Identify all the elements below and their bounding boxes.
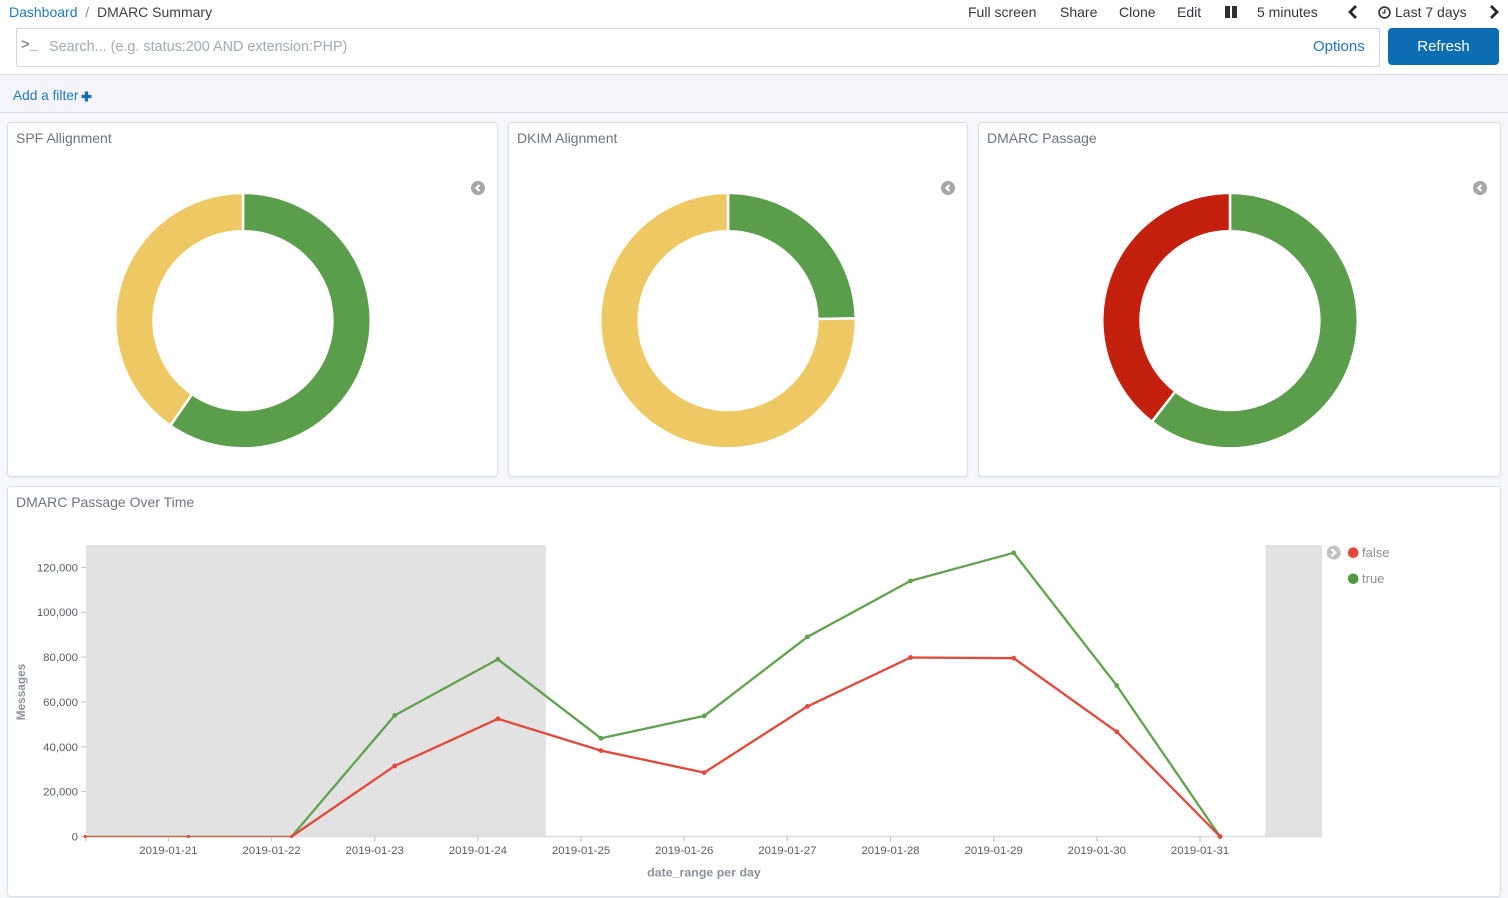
svg-text:0: 0 xyxy=(72,832,78,844)
svg-text:120,000: 120,000 xyxy=(37,562,78,574)
svg-text:2019-01-22: 2019-01-22 xyxy=(242,845,300,857)
svg-text:80,000: 80,000 xyxy=(43,652,78,664)
svg-text:40,000: 40,000 xyxy=(43,742,78,754)
svg-text:2019-01-31: 2019-01-31 xyxy=(1171,845,1229,857)
svg-text:2019-01-29: 2019-01-29 xyxy=(965,845,1023,857)
svg-text:2019-01-27: 2019-01-27 xyxy=(758,845,816,857)
svg-text:date_range per day: date_range per day xyxy=(647,866,761,880)
svg-text:false: false xyxy=(1362,545,1389,560)
svg-text:60,000: 60,000 xyxy=(43,697,78,709)
svg-text:Messages: Messages xyxy=(14,663,28,720)
svg-text:100,000: 100,000 xyxy=(37,607,78,619)
svg-text:2019-01-21: 2019-01-21 xyxy=(139,845,197,857)
svg-text:2019-01-23: 2019-01-23 xyxy=(346,845,404,857)
svg-text:2019-01-24: 2019-01-24 xyxy=(449,845,507,857)
svg-text:2019-01-30: 2019-01-30 xyxy=(1068,845,1126,857)
svg-text:true: true xyxy=(1362,571,1384,586)
svg-text:2019-01-25: 2019-01-25 xyxy=(552,845,610,857)
svg-text:2019-01-28: 2019-01-28 xyxy=(861,845,919,857)
svg-text:20,000: 20,000 xyxy=(43,787,78,799)
svg-text:2019-01-26: 2019-01-26 xyxy=(655,845,713,857)
